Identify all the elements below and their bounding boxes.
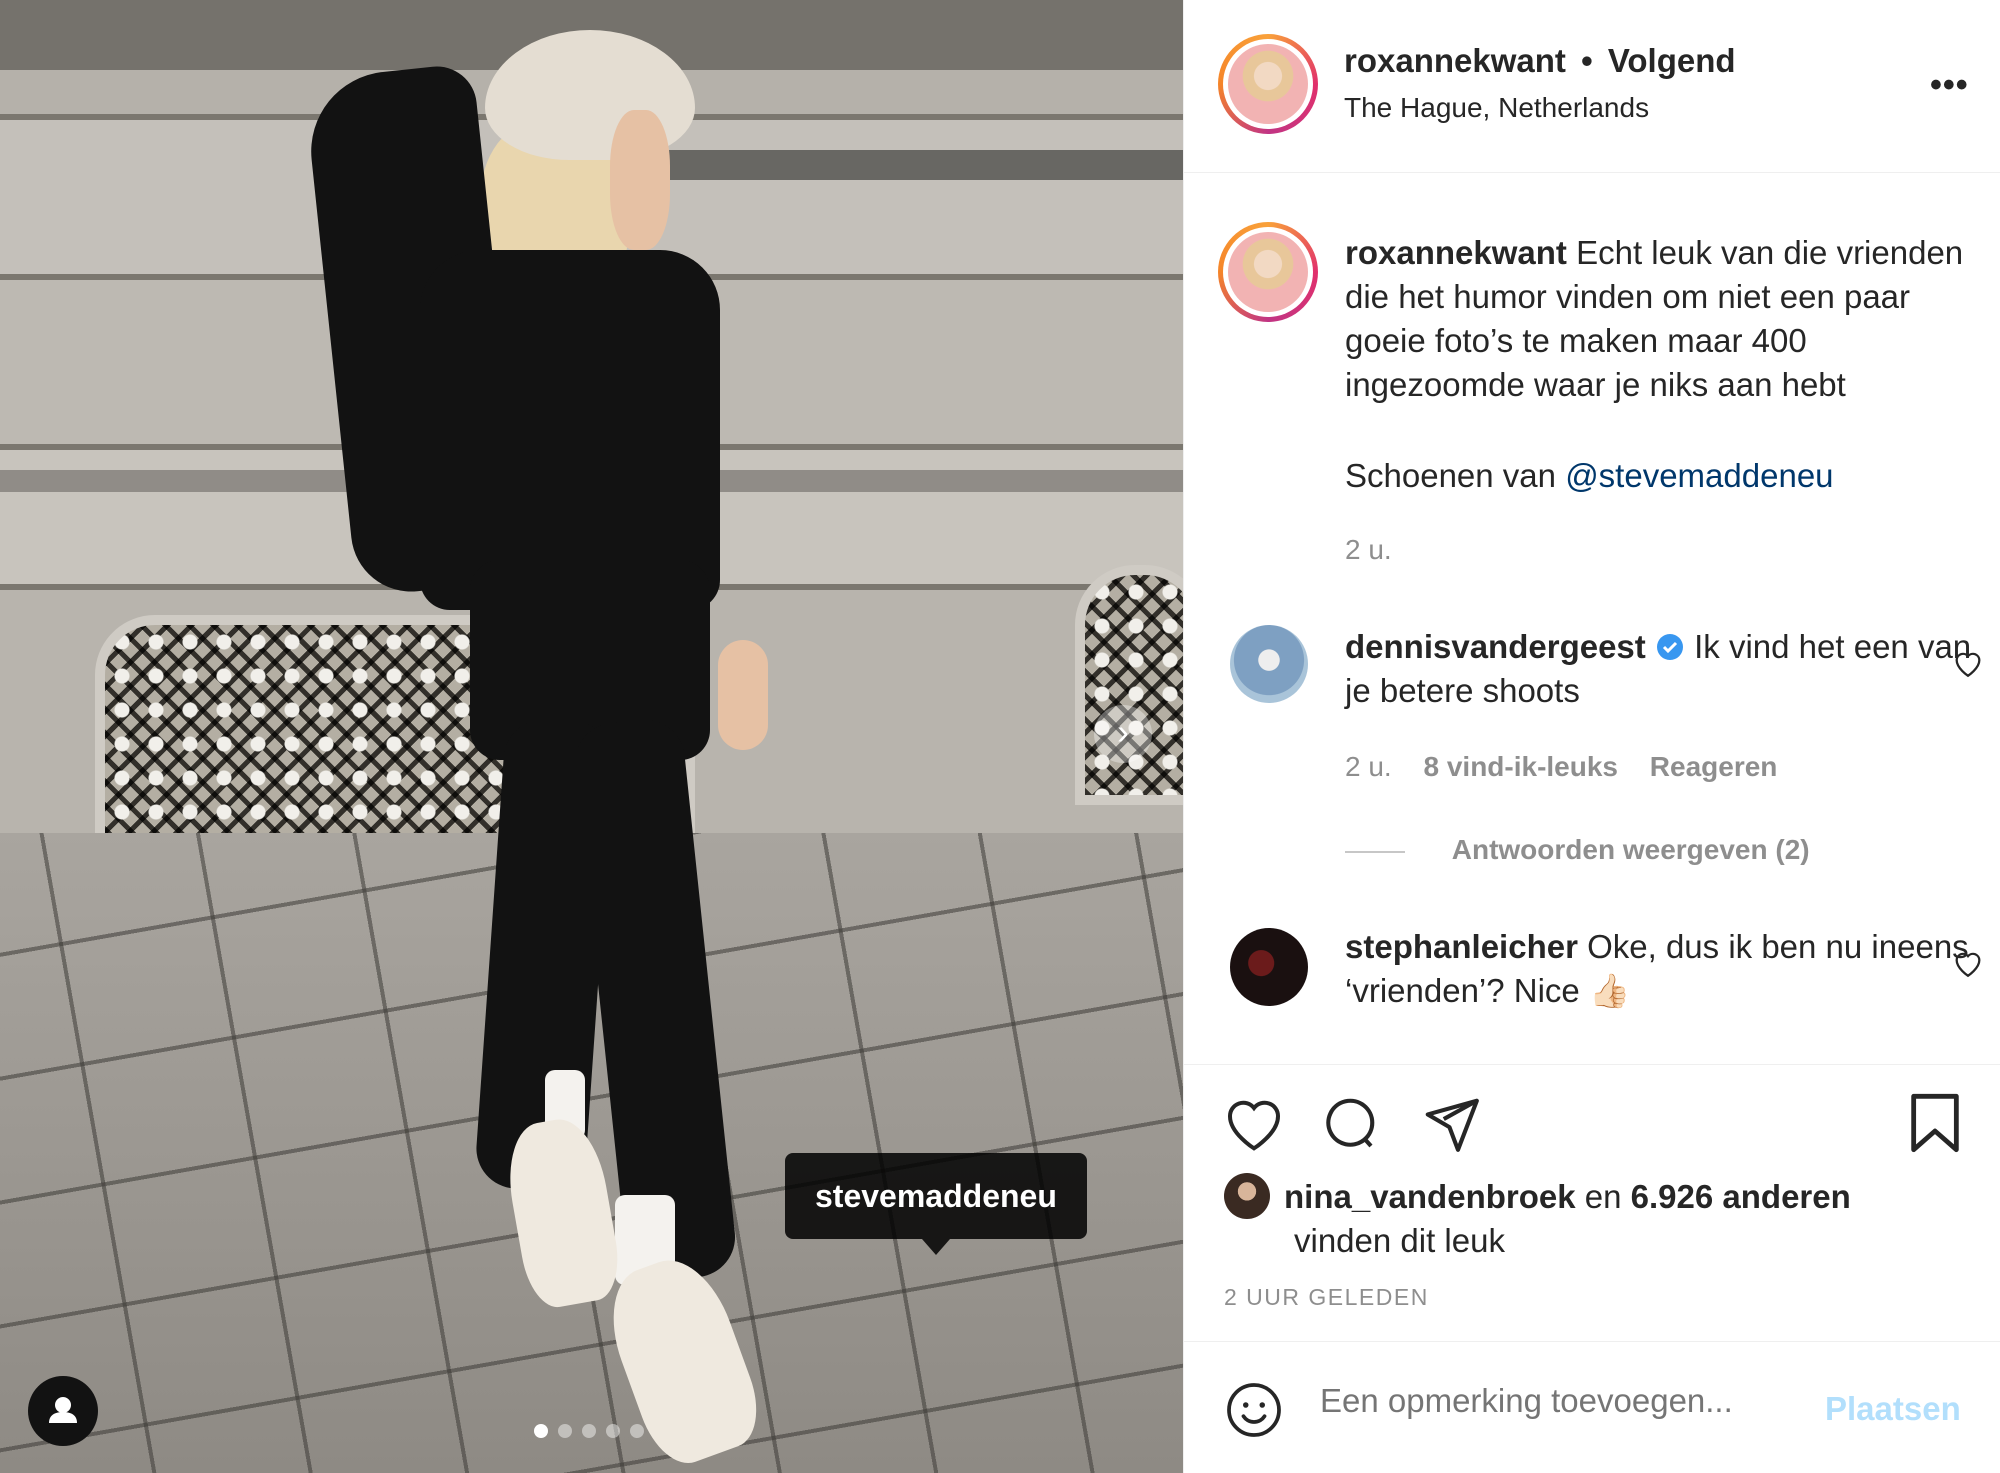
carousel-dot [582, 1424, 596, 1438]
carousel-dot [630, 1424, 644, 1438]
likes-summary: nina_vandenbroek en 6.926 anderen vinden… [1284, 1175, 1851, 1263]
author-username[interactable]: roxannekwant [1344, 42, 1566, 79]
post-photo[interactable]: stevemaddeneu › [0, 0, 1183, 1473]
likes-suffix: vinden dit leuk [1294, 1222, 1505, 1259]
location-link[interactable]: The Hague, Netherlands [1344, 92, 1649, 124]
separator: • [1581, 42, 1593, 79]
comment-icon[interactable] [1318, 1093, 1380, 1163]
post-comment-button[interactable]: Plaatsen [1825, 1390, 1961, 1428]
product-tag[interactable]: stevemaddeneu [785, 1153, 1087, 1255]
caption-shoes-line: Schoenen van @stevemaddeneu [1345, 454, 1975, 498]
jacket [420, 250, 720, 610]
comment-time: 2 u. [1345, 751, 1392, 782]
comment-text: stephanleicher Oke, dus ik ben nu ineens… [1345, 925, 1975, 1013]
shadow [600, 150, 1183, 180]
commenter-username[interactable]: stephanleicher [1345, 928, 1578, 965]
liker-avatar[interactable] [1224, 1173, 1270, 1219]
post-timestamp[interactable]: 2 UUR GELEDEN [1224, 1284, 1429, 1311]
header-user-line: roxannekwant • Volgend [1344, 42, 1736, 80]
add-comment-bar: Plaatsen [1184, 1341, 2000, 1473]
likes-others[interactable]: 6.926 anderen [1631, 1178, 1851, 1215]
face [610, 110, 670, 250]
verified-icon [1655, 628, 1685, 665]
carousel-dot [606, 1424, 620, 1438]
comment-like-heart-icon[interactable] [1951, 646, 1985, 680]
actions-divider [1184, 1064, 2000, 1065]
mention-link[interactable]: @stevemaddeneu [1565, 457, 1833, 494]
carousel-next-button[interactable]: › [1094, 705, 1152, 763]
share-icon[interactable] [1420, 1093, 1482, 1163]
post-side-panel: roxannekwant • Volgend The Hague, Nether… [1183, 0, 2000, 1473]
comment-like-heart-icon[interactable] [1951, 946, 1985, 980]
commenter-avatar[interactable] [1230, 928, 1308, 1006]
commenter-username[interactable]: dennisvandergeest [1345, 628, 1646, 665]
post-header: roxannekwant • Volgend The Hague, Nether… [1184, 0, 2000, 173]
caption-time: 2 u. [1345, 534, 1392, 565]
comment-text: dennisvandergeest Ik vind het een van je… [1345, 625, 1975, 713]
view-replies-row[interactable]: Antwoorden weergeven (2) [1345, 828, 1975, 872]
thumbs-up-emoji: 👍🏻 [1588, 972, 1631, 1009]
liker-username[interactable]: nina_vandenbroek [1284, 1178, 1576, 1215]
comment-likes-count[interactable]: 8 vind-ik-leuks [1423, 751, 1618, 782]
carousel-dots [534, 1424, 644, 1438]
caption-username[interactable]: roxannekwant [1345, 234, 1567, 271]
caption-shoes-text: Schoenen van [1345, 457, 1557, 494]
view-replies-button[interactable]: Antwoorden weergeven (2) [1452, 834, 1810, 865]
comment-meta: 2 u. 8 vind-ik-leuks Reageren [1345, 745, 1975, 789]
author-avatar[interactable] [1218, 34, 1318, 134]
hand [718, 640, 768, 750]
carousel-dot [558, 1424, 572, 1438]
user-tags-icon[interactable] [28, 1376, 98, 1446]
window-grille [1075, 565, 1183, 805]
emoji-icon[interactable] [1224, 1380, 1284, 1448]
replies-divider [1345, 850, 1405, 853]
likes-connector: en [1584, 1178, 1622, 1215]
more-icon[interactable]: ••• [1930, 66, 1969, 105]
heart-icon[interactable] [1222, 1093, 1286, 1161]
bookmark-icon[interactable] [1906, 1091, 1964, 1163]
caption-avatar[interactable] [1218, 222, 1318, 322]
comment-input[interactable] [1320, 1382, 1840, 1420]
carousel-dot [534, 1424, 548, 1438]
caption-text: roxannekwant Echt leuk van die vrienden … [1345, 231, 1975, 407]
follow-state-button[interactable]: Volgend [1608, 42, 1736, 79]
commenter-avatar[interactable] [1230, 625, 1308, 703]
reply-button[interactable]: Reageren [1650, 751, 1778, 782]
